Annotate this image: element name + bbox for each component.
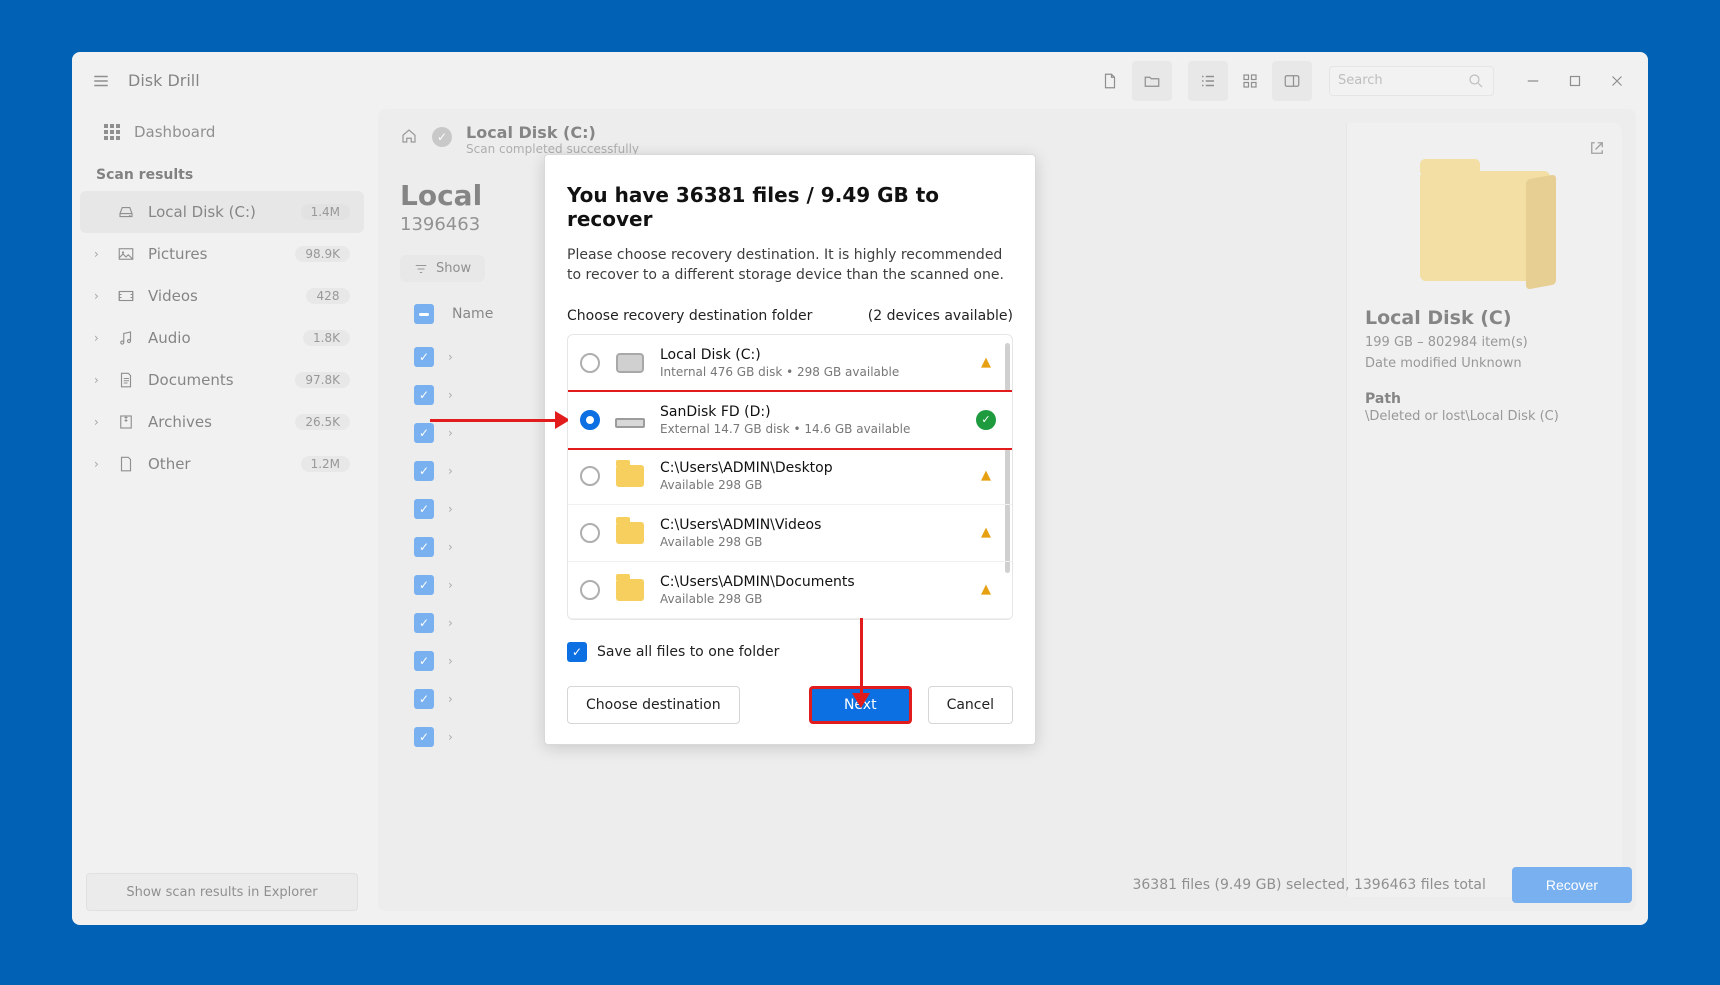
destination-radio[interactable]	[580, 466, 600, 486]
destination-option[interactable]: C:\Users\ADMIN\Videos Available 298 GB ▲	[568, 505, 1012, 562]
app-window: Disk Drill Search Dashboard Scan results…	[72, 52, 1648, 925]
next-button[interactable]: Next	[809, 686, 912, 724]
modal-description: Please choose recovery destination. It i…	[567, 245, 1013, 286]
destination-radio[interactable]	[580, 580, 600, 600]
folder-icon	[614, 579, 646, 601]
cancel-button[interactable]: Cancel	[928, 686, 1013, 724]
check-icon: ✓	[976, 410, 996, 430]
warning-icon: ▲	[976, 466, 996, 486]
destination-name: C:\Users\ADMIN\Videos	[660, 517, 962, 533]
destination-sub: Internal 476 GB disk • 298 GB available	[660, 365, 962, 379]
destination-radio[interactable]	[580, 410, 600, 430]
destination-name: C:\Users\ADMIN\Desktop	[660, 460, 962, 476]
destination-radio[interactable]	[580, 353, 600, 373]
warning-icon: ▲	[976, 580, 996, 600]
recovery-destination-modal: You have 36381 files / 9.49 GB to recove…	[544, 154, 1036, 745]
destination-option[interactable]: C:\Users\ADMIN\Desktop Available 298 GB …	[568, 448, 1012, 505]
save-all-checkbox[interactable]	[567, 642, 587, 662]
destination-name: C:\Users\ADMIN\Documents	[660, 574, 962, 590]
warning-icon: ▲	[976, 353, 996, 373]
destination-sub: External 14.7 GB disk • 14.6 GB availabl…	[660, 422, 962, 436]
folder-icon	[614, 522, 646, 544]
devices-available: (2 devices available)	[868, 308, 1013, 324]
choose-destination-label: Choose recovery destination folder	[567, 308, 812, 324]
destination-sub: Available 298 GB	[660, 592, 962, 606]
destination-name: Local Disk (C:)	[660, 347, 962, 363]
folder-icon	[614, 465, 646, 487]
destination-list[interactable]: Local Disk (C:) Internal 476 GB disk • 2…	[567, 334, 1013, 620]
destination-option[interactable]: SanDisk FD (D:) External 14.7 GB disk • …	[567, 390, 1013, 450]
destination-radio[interactable]	[580, 523, 600, 543]
choose-destination-button[interactable]: Choose destination	[567, 686, 740, 724]
destination-option[interactable]: Local Disk (C:) Internal 476 GB disk • 2…	[568, 335, 1012, 392]
ssd-icon	[614, 412, 646, 428]
modal-title: You have 36381 files / 9.49 GB to recove…	[567, 183, 1013, 231]
warning-icon: ▲	[976, 523, 996, 543]
destination-sub: Available 298 GB	[660, 478, 962, 492]
destination-option[interactable]: C:\Users\ADMIN\Documents Available 298 G…	[568, 562, 1012, 619]
hdd-lock-icon	[614, 353, 646, 373]
destination-name: SanDisk FD (D:)	[660, 404, 962, 420]
destination-sub: Available 298 GB	[660, 535, 962, 549]
save-all-label: Save all files to one folder	[597, 644, 779, 660]
